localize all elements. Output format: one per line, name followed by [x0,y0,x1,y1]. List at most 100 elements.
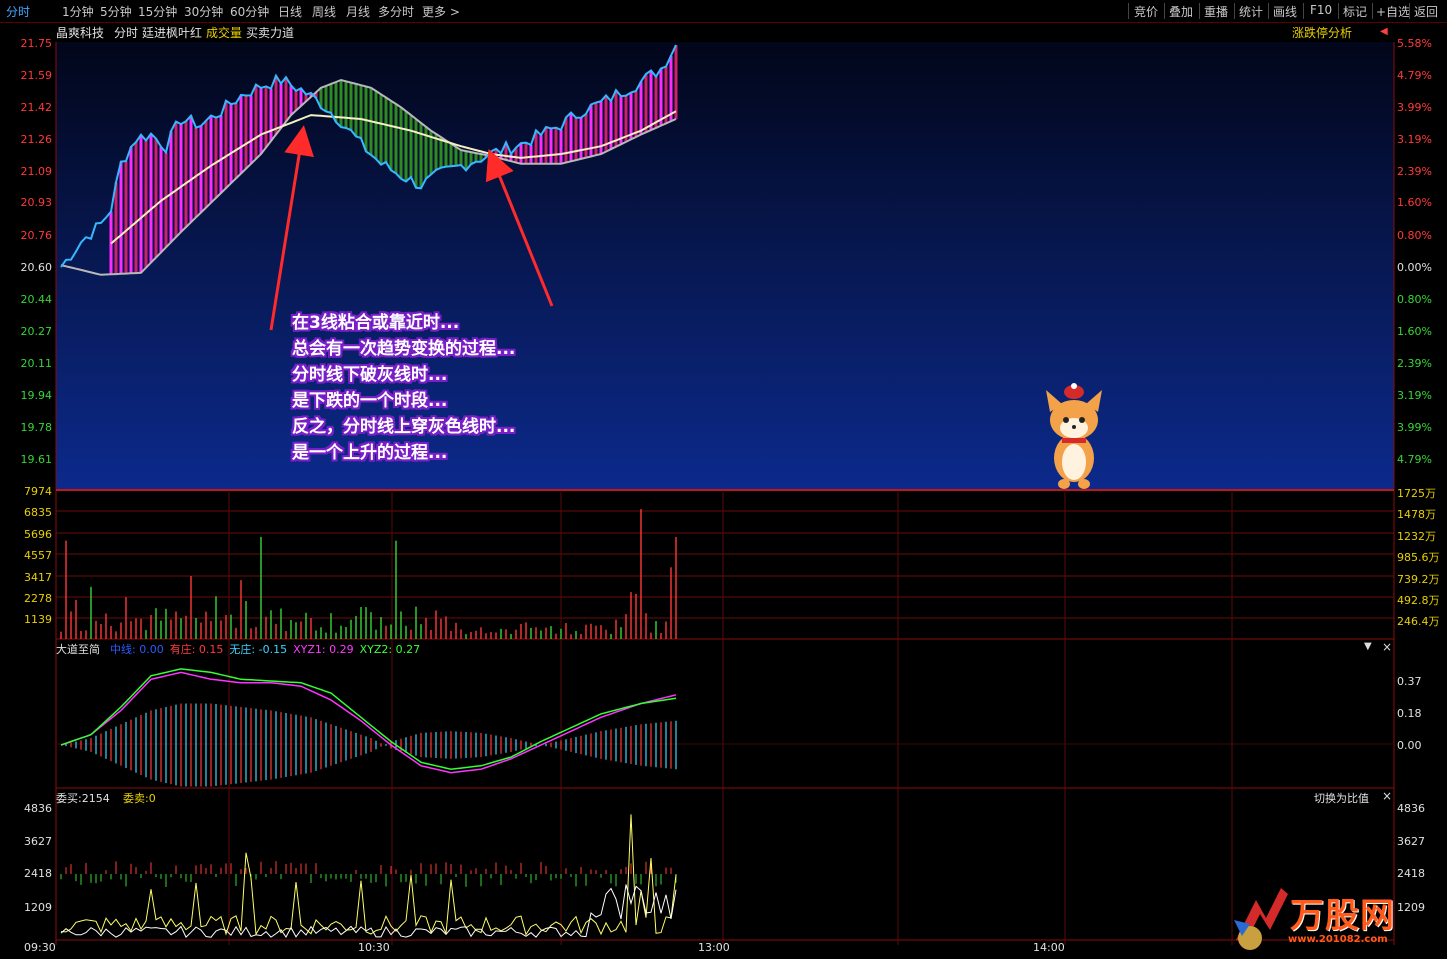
indicator-value-2: 无庄: -0.15 [229,643,287,656]
annotation-line: 是下跌的一个时段... [292,391,448,411]
indicator-item-separator: : [251,643,259,656]
price-tick-label: 19.94 [20,389,53,402]
indicator-item-value: 0.15 [198,643,224,656]
percent-tick-label: 0.80% [1397,293,1432,306]
volume-amount-tick-label: 1232万 [1397,530,1436,543]
indicator-dropdown-icon[interactable]: ▼ [1364,641,1372,652]
intraday-chart[interactable] [0,0,1447,959]
annotation-text: 在3线粘合或靠近时... 总会有一次趋势变换的过程... 分时线下破灰线时...… [292,310,515,466]
percent-tick-label: 4.79% [1397,453,1432,466]
order-tick-label: 3627 [24,835,52,848]
annotation-line: 在3线粘合或靠近时... [292,313,460,333]
indicator-item-label: XYZ2 [359,643,389,656]
indicator-tick-label: 0.18 [1397,707,1422,720]
buy-sell-power-toggle[interactable]: 买卖力道 [246,24,294,41]
bid-volume-line [60,814,677,936]
indicator-name[interactable]: 大道至简 [56,641,100,657]
indicator-value-0: 中线: 0.00 [110,643,164,656]
order-tick-label: 2418 [1397,867,1425,880]
price-tick-label: 20.11 [20,357,53,370]
annotation-line: 总会有一次趋势变换的过程... [292,339,516,359]
annotation-line: 反之，分时线上穿灰色线时... [292,417,516,437]
indicator-item-label: 有庄 [169,643,192,656]
stock-name: 晶爽科技 [56,26,105,40]
logo-brand-text: 万股网 [1290,896,1395,936]
order-tick-label: 4836 [24,802,52,815]
volume-amount-tick-label: 1725万 [1397,487,1436,500]
indicator-set-label[interactable]: 廷进枫叶红 [142,24,202,41]
price-tick-label: 21.09 [20,165,53,178]
percent-tick-label: 5.58% [1397,37,1432,50]
indicator-value-3: XYZ1: 0.29 [293,643,354,656]
volume-tick-label: 1139 [24,613,52,626]
volume-amount-tick-label: 739.2万 [1397,573,1440,586]
indicator-header: 大道至简 中线: 0.00 有庄: 0.15 无庄: -0.15 XYZ1: 0.29… [56,640,1396,657]
percent-tick-label: 1.60% [1397,196,1432,209]
indicator-tick-label: 0.00 [1397,739,1422,752]
volume-toggle[interactable]: 成交量 [206,24,242,41]
percent-tick-label: 3.99% [1397,421,1432,434]
price-tick-label: 20.27 [20,325,53,338]
indicator-item-value: -0.15 [258,643,288,656]
volume-amount-tick-label: 985.6万 [1397,551,1440,564]
volume-tick-label: 4557 [24,549,52,562]
indicator-item-label: XYZ1 [293,643,322,656]
percent-tick-label: 3.19% [1397,133,1432,146]
volume-tick-label: 2278 [24,592,52,605]
volume-tick-label: 6835 [24,506,52,519]
percent-tick-label: 2.39% [1397,357,1432,370]
time-tick-label: 09:30 [24,941,56,954]
order-tick-label: 3627 [1397,835,1425,848]
limit-analysis-button[interactable]: 涨跌停分析 [1292,24,1352,41]
price-tick-label: 20.60 [20,261,53,274]
order-tick-label: 2418 [24,867,52,880]
percent-tick-label: 4.79% [1397,69,1432,82]
order-tick-label: 4836 [1397,802,1425,815]
volume-tick-label: 3417 [24,571,52,584]
percent-tick-label: 2.39% [1397,165,1432,178]
limit-analysis-arrow-icon[interactable]: ◀ [1380,26,1388,37]
ask-volume-label: 委卖:0 [123,792,156,805]
indicator-value-1: 有庄: 0.15 [170,643,224,656]
xyz2-line [60,668,677,770]
watermark-logo: 万股网 www.201082.com [1226,880,1426,954]
price-tick-label: 21.26 [20,133,53,146]
switch-ratio-button[interactable]: 切换为比值 [1314,790,1369,806]
time-tick-label: 13:00 [698,941,730,954]
order-panel-header: 委买:2154 委卖:0 切换为比值 × [56,789,1396,806]
price-tick-label: 21.42 [20,101,53,114]
volume-amount-tick-label: 492.8万 [1397,594,1440,607]
annotation-line: 分时线下破灰线时... [292,365,448,385]
indicator-item-value: 0.00 [139,643,164,656]
price-tick-label: 19.78 [20,421,53,434]
indicator-item-value: 0.29 [329,643,354,656]
indicator-tick-label: 0.37 [1397,675,1422,688]
indicator-item-separator: : [321,643,330,656]
indicator-close-icon[interactable]: × [1382,640,1392,654]
order-tick-label: 1209 [24,901,52,914]
logo-url-text: www.201082.com [1288,934,1388,945]
annotation-line: 是一个上升的过程... [292,443,448,463]
volume-amount-tick-label: 1478万 [1397,508,1436,521]
time-tick-label: 14:00 [1033,941,1065,954]
percent-tick-label: 1.60% [1397,325,1432,338]
indicator-item-label: 无庄 [229,643,252,656]
ask-volume-line [60,884,677,938]
indicator-item-value: 0.27 [395,643,421,656]
indicator-value-4: XYZ2: 0.27 [360,643,421,656]
price-tick-label: 21.59 [20,69,53,82]
volume-tick-label: 5696 [24,528,52,541]
volume-amount-tick-label: 246.4万 [1397,615,1440,628]
chart-subheader: 晶爽科技 分时 廷进枫叶红 成交量 买卖力道 涨跌停分析 ◀ [0,23,1447,41]
percent-tick-label: 0.80% [1397,229,1432,242]
volume-tick-label: 7974 [24,485,52,498]
price-tick-label: 21.75 [20,37,53,50]
order-panel-close-icon[interactable]: × [1382,789,1392,803]
logo-emblem-icon [1234,888,1288,950]
chart-mode-label: 分时 [114,26,139,40]
indicator-item-separator: : [388,643,396,656]
bid-volume-label: 委买:2154 [56,792,110,805]
percent-tick-label: 0.00% [1397,261,1432,274]
percent-tick-label: 3.99% [1397,101,1432,114]
price-tick-label: 20.76 [20,229,53,242]
